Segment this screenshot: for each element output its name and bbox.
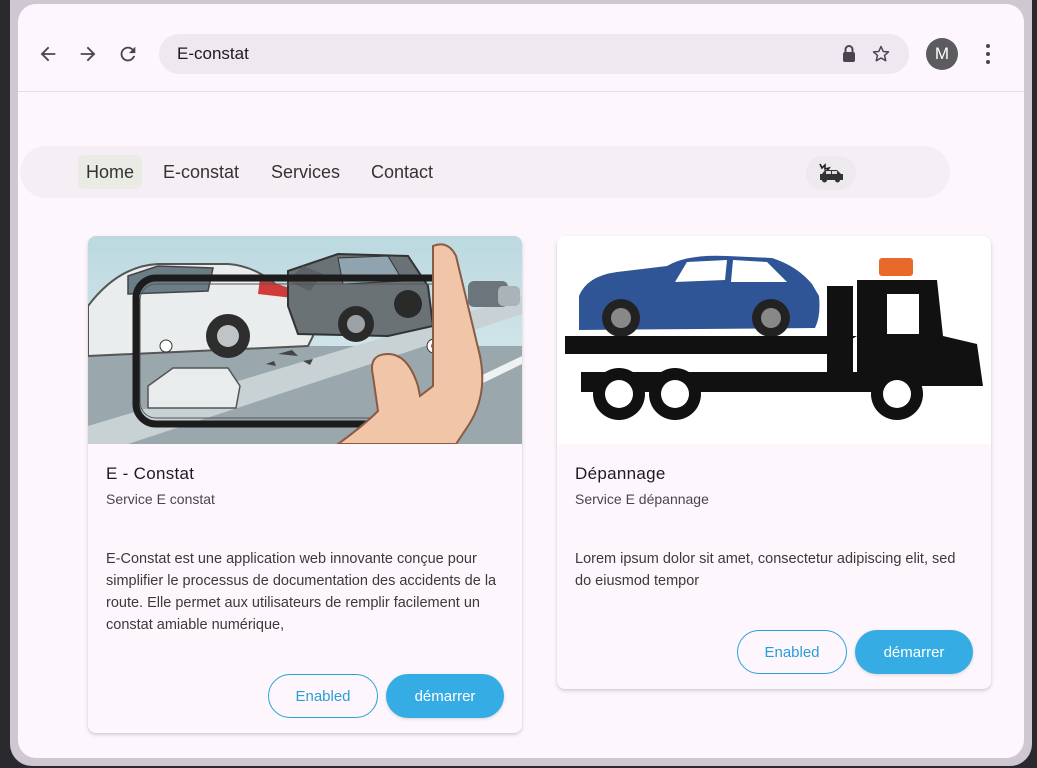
avatar[interactable]: M [926,38,958,70]
enabled-button[interactable]: Enabled [268,674,378,718]
lock-icon [843,45,855,62]
reload-button[interactable] [112,38,144,70]
kebab-menu-icon[interactable] [978,38,998,70]
device-frame: E-constat M Home E-constat Services Cont… [10,0,1032,766]
nav-item-e-constat[interactable]: E-constat [155,155,247,189]
browser-window: E-constat M Home E-constat Services Cont… [18,4,1024,758]
card-image-tow-truck [557,236,991,444]
site-navbar: Home E-constat Services Contact [20,146,950,198]
car-crash-icon [819,163,843,183]
nav-item-contact[interactable]: Contact [363,155,441,189]
card-subtitle: Service E constat [106,491,215,507]
address-text: E-constat [177,44,249,63]
logo[interactable] [806,156,856,190]
card-body: E-Constat est une application web innova… [106,551,497,633]
card-body: Lorem ipsum dolor sit amet, consectetur … [575,551,956,589]
arrow-left-icon [40,46,56,62]
card-title: Dépannage [575,464,666,483]
browser-toolbar: E-constat M [18,4,1024,92]
card-subtitle: Service E dépannage [575,491,709,507]
card-title: E - Constat [106,464,195,483]
enabled-button[interactable]: Enabled [737,630,847,674]
reload-icon [120,46,136,62]
arrow-right-icon [80,46,96,62]
start-button[interactable]: démarrer [386,674,504,718]
back-button[interactable] [32,38,64,70]
start-button[interactable]: démarrer [855,630,973,674]
star-icon[interactable] [871,44,891,64]
card-depannage: Dépannage Service E dépannage Lorem ipsu… [557,236,991,689]
forward-button[interactable] [72,38,104,70]
card-image-accident [88,236,522,445]
nav-item-services[interactable]: Services [263,155,348,189]
address-bar[interactable]: E-constat [159,34,909,74]
nav-item-home[interactable]: Home [78,155,143,189]
card-e-constat: E - Constat Service E constat E-Constat … [88,236,522,733]
